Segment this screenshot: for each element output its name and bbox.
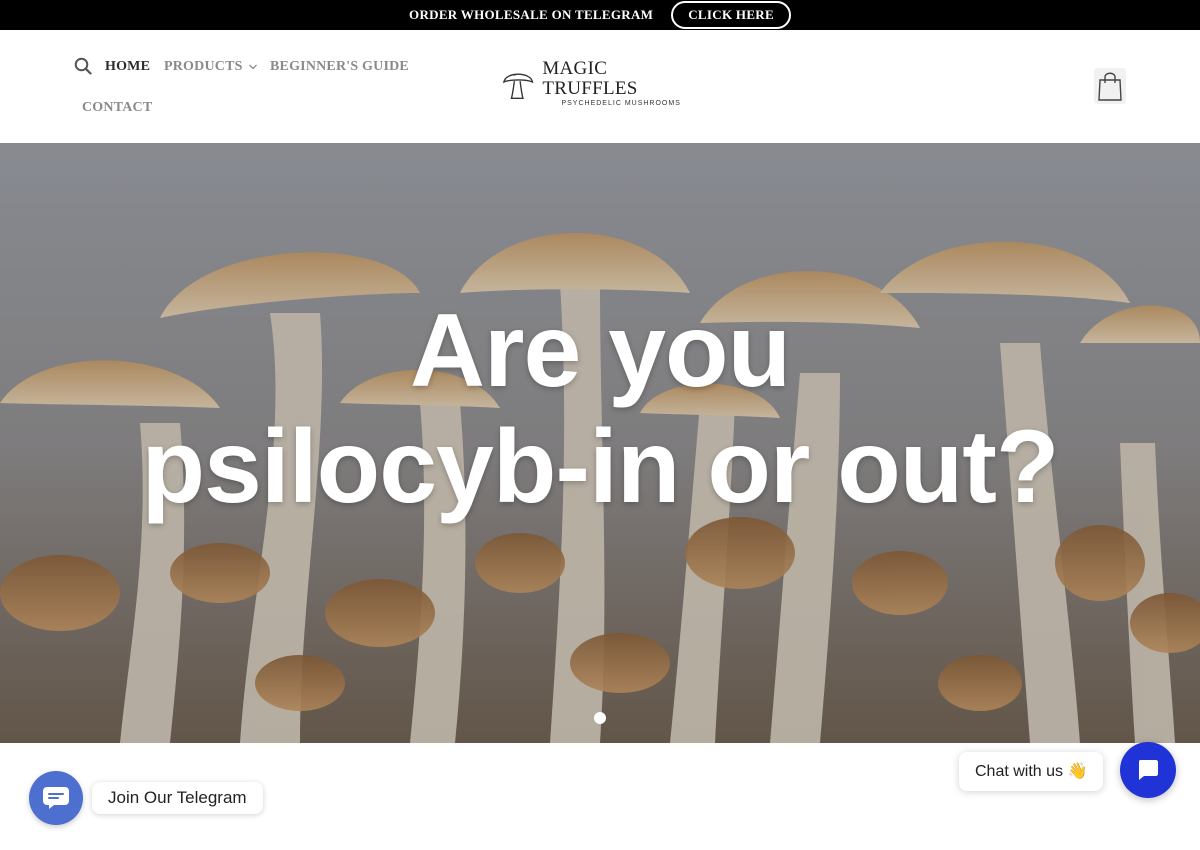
nav-beginners-guide[interactable]: BEGINNER'S GUIDE	[270, 59, 409, 75]
nav-contact[interactable]: CONTACT	[82, 100, 152, 116]
announcement-bar: ORDER WHOLESALE ON TELEGRAM CLICK HERE	[0, 0, 1200, 30]
shopping-bag-icon[interactable]	[1094, 68, 1126, 104]
chat-button[interactable]	[1120, 742, 1176, 798]
waving-hand-icon: 👋	[1067, 763, 1088, 780]
join-telegram-label[interactable]: Join Our Telegram	[92, 782, 263, 814]
hero-headline: Are you psilocyb-in or out?	[0, 293, 1200, 525]
chevron-down-icon	[249, 64, 258, 70]
nav-home[interactable]: HOME	[105, 59, 150, 75]
chat-with-us-text: Chat with us	[975, 763, 1064, 780]
mushroom-logo-icon	[502, 73, 534, 100]
hero-headline-line2: psilocyb-in or out?	[141, 409, 1060, 525]
click-here-button[interactable]: CLICK HERE	[671, 1, 791, 29]
telegram-icon	[43, 787, 69, 809]
logo-text: MAGIC TRUFFLES PSYCHEDELIC MUSHROOMS	[542, 59, 700, 109]
telegram-button[interactable]	[29, 771, 83, 825]
site-logo[interactable]: MAGIC TRUFFLES PSYCHEDELIC MUSHROOMS	[500, 59, 700, 107]
hero-slider: Are you psilocyb-in or out?	[0, 143, 1200, 743]
site-header: HOME PRODUCTS BEGINNER'S GUIDE CONTACT M…	[0, 30, 1200, 143]
search-icon[interactable]	[74, 57, 92, 75]
logo-title: MAGIC TRUFFLES	[542, 58, 638, 99]
nav-products[interactable]: PRODUCTS	[164, 59, 258, 75]
chat-with-us-label[interactable]: Chat with us 👋	[959, 752, 1104, 791]
chat-bubble-icon	[1139, 760, 1158, 780]
hero-headline-line1: Are you	[409, 293, 791, 409]
logo-subtitle: PSYCHEDELIC MUSHROOMS	[561, 100, 681, 107]
announcement-text: ORDER WHOLESALE ON TELEGRAM	[409, 7, 654, 22]
slider-dot-1[interactable]	[594, 712, 606, 724]
nav-products-label: PRODUCTS	[164, 59, 243, 74]
